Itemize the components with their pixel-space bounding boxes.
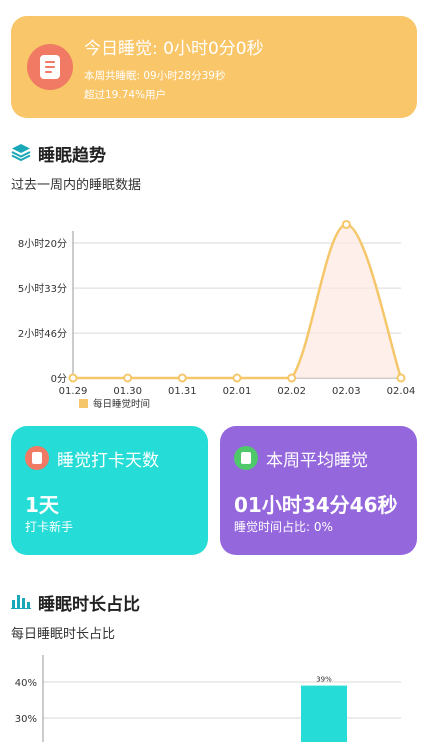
- layers-icon: [11, 144, 31, 161]
- bar: [301, 685, 347, 742]
- y-tick-label: 5小时33分: [18, 283, 67, 295]
- bar-value-label: 39%: [316, 676, 332, 684]
- x-tick-label: 01.31: [168, 386, 197, 397]
- data-point: [123, 373, 133, 383]
- sleep-trend-area: [73, 224, 401, 378]
- weekly-average-label: 本周平均睡觉: [266, 451, 368, 471]
- x-tick-label: 02.04: [387, 386, 416, 397]
- ratio-section-title: 睡眠时长占比: [38, 595, 140, 615]
- x-tick-label: 01.29: [59, 386, 88, 397]
- legend-label: 每日睡觉时间: [93, 398, 150, 410]
- today-sleep-card: 今日睡觉: 0小时0分0秒 本周共睡眠: 09小时28分39秒 超过19.74%…: [11, 16, 417, 118]
- exceed-users-text: 超过19.74%用户: [84, 89, 167, 101]
- data-point: [68, 373, 78, 383]
- weekly-average-value: 01小时34分46秒: [234, 493, 398, 517]
- data-point: [177, 373, 187, 383]
- y-tick-label: 0分: [51, 373, 67, 385]
- data-point: [341, 219, 351, 229]
- checkin-level: 打卡新手: [25, 520, 74, 534]
- y-tick-label: 30%: [15, 714, 37, 725]
- x-tick-label: 02.02: [277, 386, 306, 397]
- x-tick-label: 01.30: [113, 386, 142, 397]
- checkin-days-card: 睡觉打卡天数 1天 打卡新手: [11, 426, 208, 555]
- bar-chart-icon: [11, 595, 31, 609]
- y-tick-label: 2小时46分: [18, 328, 67, 340]
- weekly-average-card: 本周平均睡觉 01小时34分46秒 睡觉时间占比: 0%: [220, 426, 417, 555]
- document-icon: [27, 44, 73, 90]
- today-sleep-title: 今日睡觉: 0小时0分0秒: [84, 39, 264, 59]
- checkin-days-value: 1天: [25, 493, 59, 517]
- trend-section-description: 过去一周内的睡眠数据: [11, 178, 142, 193]
- data-point: [396, 373, 406, 383]
- x-tick-label: 02.03: [332, 386, 361, 397]
- data-point: [232, 373, 242, 383]
- trend-section-title: 睡眠趋势: [38, 146, 106, 166]
- clock-icon: [234, 446, 258, 470]
- legend-swatch: [79, 399, 88, 408]
- sleep-time-ratio: 睡觉时间占比: 0%: [234, 520, 333, 534]
- checkin-days-label: 睡觉打卡天数: [57, 451, 159, 471]
- ratio-section-description: 每日睡眠时长占比: [11, 627, 116, 642]
- y-tick-label: 40%: [15, 678, 37, 689]
- sleep-trend-line-chart: 0分 2小时46分 5小时33分 8小时20分 01.29 01.30 01.31 02.0…: [18, 219, 416, 410]
- week-total-sleep: 本周共睡眠: 09小时28分39秒: [84, 70, 226, 82]
- calendar-icon: [25, 446, 49, 470]
- x-tick-label: 02.01: [223, 386, 252, 397]
- sleep-ratio-bar-chart: 30% 40% 39%: [15, 655, 401, 742]
- data-point: [287, 373, 297, 383]
- y-tick-label: 8小时20分: [18, 238, 67, 250]
